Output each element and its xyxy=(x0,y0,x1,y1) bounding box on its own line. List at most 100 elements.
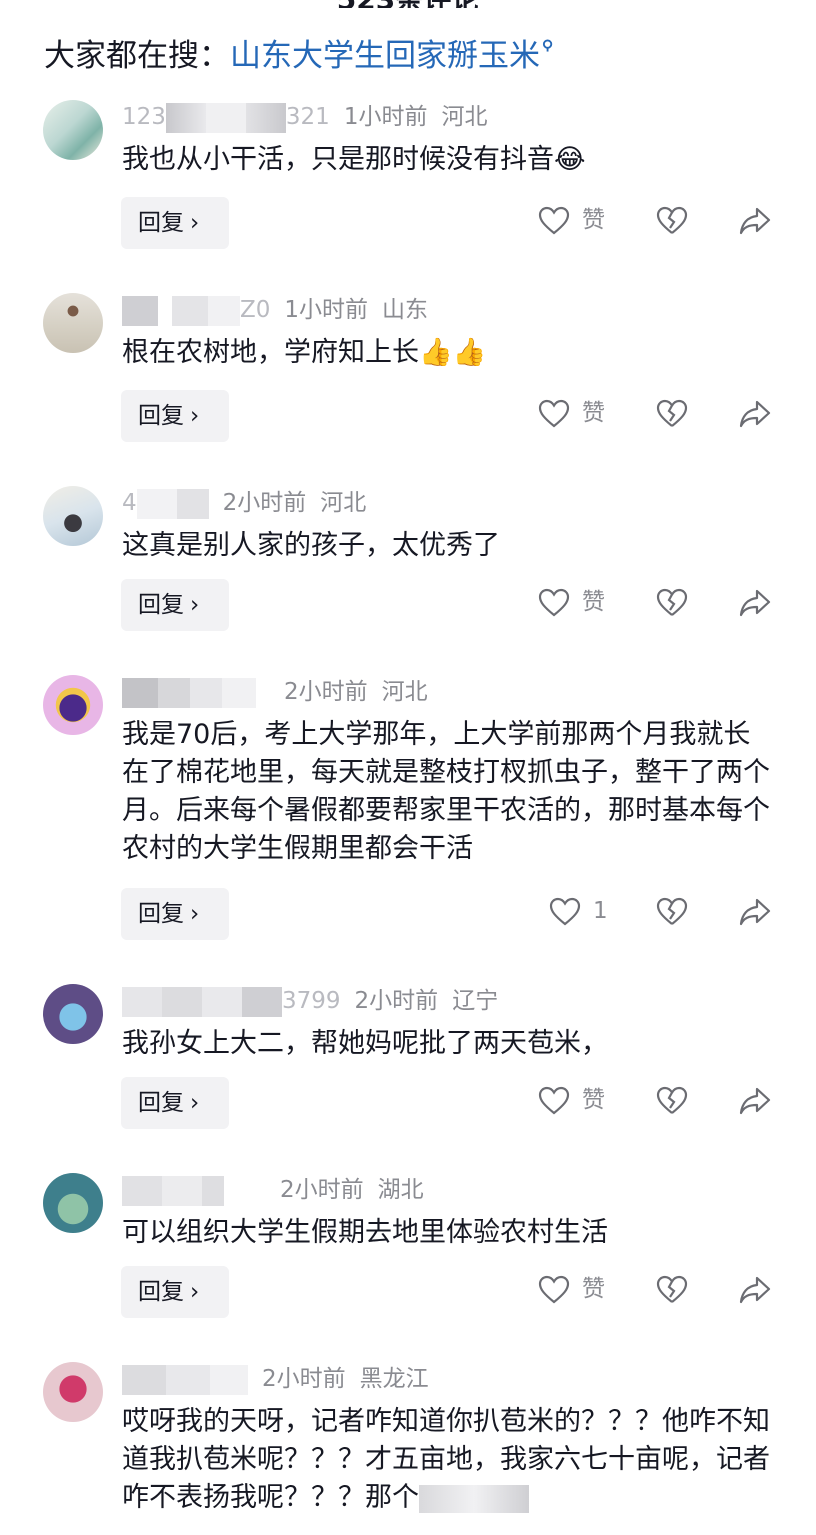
like-button[interactable]: 1 xyxy=(549,893,629,933)
broken-heart-icon xyxy=(656,1275,688,1303)
comment-text: 我是70后，考上大学那年，上大学前那两个月我就长在了棉花地里，每天就是整枝打杈抓… xyxy=(122,716,772,868)
chevron-right-icon: › xyxy=(190,210,200,236)
share-button[interactable] xyxy=(738,1271,774,1311)
dislike-button[interactable] xyxy=(656,395,690,435)
avatar[interactable] xyxy=(43,100,103,160)
share-button[interactable] xyxy=(738,395,774,435)
username-redaction xyxy=(122,1364,166,1395)
username-redaction xyxy=(202,1175,224,1206)
like-count: 1 xyxy=(593,898,608,924)
reply-button[interactable]: 回复 › xyxy=(121,888,229,940)
like-button[interactable]: 赞 xyxy=(538,584,618,624)
username-end[interactable]: Z0 xyxy=(240,297,270,323)
search-suggestion[interactable]: 大家都在搜：山东大学生回家掰玉米 xyxy=(44,34,555,78)
like-button[interactable]: 赞 xyxy=(538,395,618,435)
reply-label: 回复 xyxy=(138,1090,184,1116)
comment-text: 可以组织大学生假期去地里体验农村生活 xyxy=(122,1214,772,1252)
like-count: 赞 xyxy=(582,1087,605,1113)
username-redaction xyxy=(210,1364,248,1395)
username-redaction xyxy=(122,1175,162,1206)
share-button[interactable] xyxy=(738,893,774,933)
share-button[interactable] xyxy=(738,584,774,624)
comment-text: 根在农树地，学府知上长👍👍 xyxy=(122,334,772,372)
thumbs-up-emoji: 👍👍 xyxy=(419,337,487,368)
username-redaction xyxy=(165,102,206,133)
chevron-right-icon: › xyxy=(190,1090,200,1116)
broken-heart-icon xyxy=(656,206,688,234)
comment-text: 这真是别人家的孩子，太优秀了 xyxy=(122,527,772,565)
username-end[interactable]: 3799 xyxy=(282,988,341,1014)
search-icon xyxy=(542,39,553,52)
broken-heart-icon xyxy=(656,897,688,925)
share-arrow-icon xyxy=(739,589,771,617)
username-end[interactable]: 321 xyxy=(286,104,330,130)
avatar[interactable] xyxy=(43,675,103,735)
comment-time: 2小时前 xyxy=(222,490,307,516)
heart-icon xyxy=(538,1086,570,1115)
dislike-button[interactable] xyxy=(656,202,690,242)
comment-location: 河北 xyxy=(381,679,428,705)
comment-location: 河北 xyxy=(441,104,488,130)
username-redaction xyxy=(245,102,286,133)
dislike-button[interactable] xyxy=(656,584,690,624)
heart-icon xyxy=(549,897,581,926)
comment-location: 河北 xyxy=(320,490,367,516)
like-button[interactable]: 赞 xyxy=(538,1271,618,1311)
chevron-right-icon: › xyxy=(190,901,200,927)
reply-button[interactable]: 回复 › xyxy=(121,390,229,442)
username-start[interactable]: 123 xyxy=(122,104,166,130)
username-redaction xyxy=(205,102,246,133)
comment-time: 1小时前 xyxy=(284,297,369,323)
avatar[interactable] xyxy=(43,486,103,546)
dislike-button[interactable] xyxy=(656,1082,690,1122)
like-button[interactable]: 赞 xyxy=(538,1082,618,1122)
avatar[interactable] xyxy=(43,984,103,1044)
search-suggestion-prefix: 大家都在搜： xyxy=(44,38,230,74)
comment-location: 辽宁 xyxy=(452,988,499,1014)
comment-meta: 3799 2小时前 辽宁 xyxy=(122,984,498,1018)
username-redaction xyxy=(166,1364,210,1395)
username-redaction xyxy=(202,986,242,1017)
avatar[interactable] xyxy=(43,1362,103,1422)
reply-label: 回复 xyxy=(138,1279,184,1305)
reply-button[interactable]: 回复 › xyxy=(121,1266,229,1318)
share-button[interactable] xyxy=(738,202,774,242)
like-count: 赞 xyxy=(582,400,605,426)
username-redaction xyxy=(122,986,162,1017)
reply-button[interactable]: 回复 › xyxy=(121,197,229,249)
chevron-right-icon: › xyxy=(190,592,200,618)
dislike-button[interactable] xyxy=(656,893,690,933)
search-suggestion-link[interactable]: 山东大学生回家掰玉米 xyxy=(230,38,540,74)
share-button[interactable] xyxy=(738,1082,774,1122)
username-redaction xyxy=(122,295,158,326)
heart-icon xyxy=(538,588,570,617)
avatar[interactable] xyxy=(43,293,103,353)
text-redaction xyxy=(419,1484,529,1513)
like-button[interactable]: 赞 xyxy=(538,202,618,242)
share-arrow-icon xyxy=(739,1276,771,1304)
comment-text: 哎呀我的天呀，记者咋知道你扒苞米的？？？他咋不知道我扒苞米呢？？？才五亩地，我家… xyxy=(122,1403,772,1517)
username-redaction xyxy=(176,488,209,519)
avatar[interactable] xyxy=(43,1173,103,1233)
comment-text-body: 我也从小干活，只是那时候没有抖音 xyxy=(122,144,554,175)
dislike-button[interactable] xyxy=(656,1271,690,1311)
comment-text-body: 根在农树地，学府知上长 xyxy=(122,337,419,368)
username-redaction xyxy=(162,986,202,1017)
comment-text-body: 这真是别人家的孩子，太优秀了 xyxy=(122,530,500,561)
comment-time: 1小时前 xyxy=(343,104,428,130)
reply-button[interactable]: 回复 › xyxy=(121,1077,229,1129)
reply-label: 回复 xyxy=(138,403,184,429)
comment-location: 黑龙江 xyxy=(359,1366,429,1392)
reply-button[interactable]: 回复 › xyxy=(121,579,229,631)
chevron-right-icon: › xyxy=(190,403,200,429)
comment-meta: 4 2小时前 河北 xyxy=(122,486,366,520)
broken-heart-icon xyxy=(656,1086,688,1114)
broken-heart-icon xyxy=(656,588,688,616)
username-redaction xyxy=(190,677,222,708)
username-redaction xyxy=(158,677,190,708)
comment-time: 2小时前 xyxy=(284,679,368,705)
username-redaction xyxy=(222,677,256,708)
comment-location: 湖北 xyxy=(377,1177,424,1203)
comment-text-body: 我孙女上大二，帮她妈呢批了两天苞米， xyxy=(122,1028,608,1059)
username-start[interactable]: 4 xyxy=(122,490,137,516)
